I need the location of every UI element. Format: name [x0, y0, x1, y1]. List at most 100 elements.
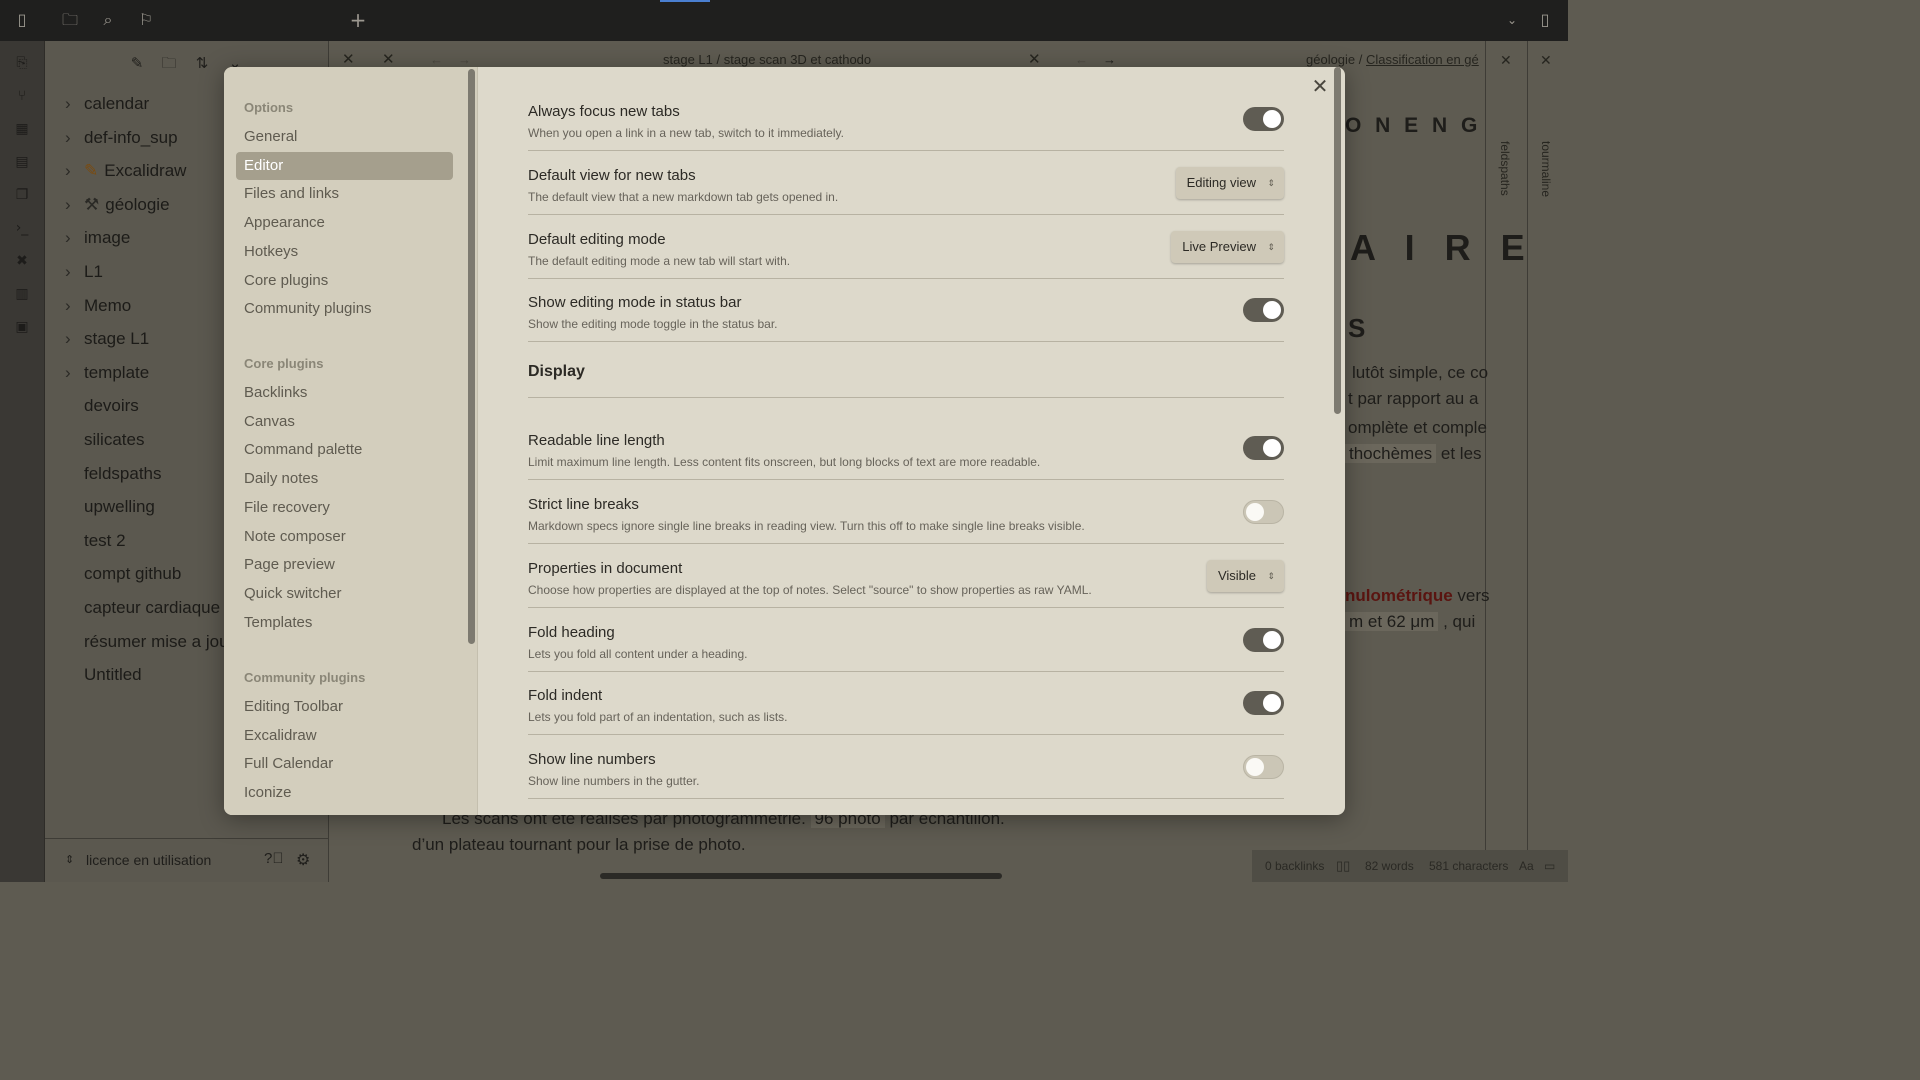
show-editing-mode-in-status-bar-toggle[interactable]: [1243, 298, 1284, 323]
active-tab-indicator: [660, 0, 710, 2]
sort-icon[interactable]: ⇅: [192, 53, 212, 73]
bookmark-icon[interactable]: ⚐: [136, 10, 156, 30]
setting-name: Always focus new tabs: [528, 103, 680, 120]
setting-description: The default view that a new markdown tab…: [528, 189, 839, 204]
default-view-for-new-tabs-dropdown[interactable]: Editing view ⇕: [1175, 166, 1284, 199]
side-tab-feldspaths[interactable]: feldspaths: [1498, 141, 1512, 196]
properties-in-document-dropdown[interactable]: Visible ⇕: [1206, 559, 1284, 592]
excalidraw-icon[interactable]: ✖: [12, 251, 32, 271]
chevron-right-icon: ›: [65, 228, 71, 248]
setting-description: Markdown specs ignore single line breaks…: [528, 519, 1085, 533]
file-tree-label: capteur cardiaque: [84, 598, 221, 617]
settings-content: Always focus new tabs When you open a lin…: [478, 67, 1345, 815]
sidebar-item-files-and-links[interactable]: Files and links: [236, 180, 453, 208]
dropdown-value: Visible: [1217, 567, 1256, 583]
dropdown-value: Editing view: [1186, 174, 1256, 190]
chevron-right-icon: ›: [65, 362, 71, 382]
sidebar-item-excalidraw[interactable]: Excalidraw: [236, 722, 453, 750]
sidebar-item-command-palette[interactable]: Command palette: [236, 436, 453, 464]
fold-heading-toggle[interactable]: [1243, 627, 1284, 652]
breadcrumb-current[interactable]: Classification en gé: [1366, 52, 1479, 67]
side-tab-tourmaline[interactable]: tourmaline: [1539, 141, 1553, 197]
copy-icon[interactable]: ❐: [12, 185, 32, 205]
setting-show-line-numbers: Show line numbers Show line numbers in th…: [528, 735, 1284, 800]
setting-always-focus-new-tabs: Always focus new tabs When you open a lin…: [528, 87, 1284, 151]
file-tree-label: upwelling: [84, 497, 155, 517]
setting-description: Show the editing mode toggle in the stat…: [528, 317, 778, 332]
sidebar-item-page-preview[interactable]: Page preview: [236, 551, 453, 579]
setting-default-editing-mode: Default editing mode The default editing …: [528, 215, 1284, 279]
template-icon[interactable]: ▣: [12, 317, 32, 337]
calendar-icon[interactable]: ▤: [12, 152, 32, 172]
sidebar-item-full-calendar[interactable]: Full Calendar: [236, 750, 453, 778]
sidebar-item-file-recovery[interactable]: File recovery: [236, 494, 453, 522]
setting-strict-line-breaks: Strict line breaks Markdown specs ignore …: [528, 480, 1284, 544]
section-heading-text: Display: [528, 363, 585, 381]
search-icon[interactable]: ⌕: [98, 10, 118, 30]
right-sidebar-toggle-icon[interactable]: ▯: [1535, 10, 1555, 30]
font-size-icon[interactable]: Aa: [1519, 850, 1534, 882]
sidebar-item-iconize[interactable]: Iconize: [236, 779, 453, 807]
readable-line-length-toggle[interactable]: [1243, 436, 1284, 461]
new-note-icon[interactable]: ✎: [127, 53, 147, 73]
new-tab-icon[interactable]: +: [348, 10, 368, 30]
sidebar-item-backlinks[interactable]: Backlinks: [236, 379, 453, 407]
sidebar-item-editing-toolbar[interactable]: Editing Toolbar: [236, 693, 453, 721]
default-editing-mode-dropdown[interactable]: Live Preview ⇕: [1171, 230, 1284, 263]
chevron-right-icon: ›: [65, 295, 71, 315]
fold-indent-toggle[interactable]: [1243, 691, 1284, 716]
always-focus-new-tabs-toggle[interactable]: [1243, 107, 1284, 131]
sidebar-item-daily-notes[interactable]: Daily notes: [236, 465, 453, 493]
settings-gear-icon[interactable]: ⚙: [296, 850, 310, 870]
folder-icon[interactable]: 🗀: [60, 10, 80, 30]
hammer-icon: ⚒: [84, 194, 100, 214]
file-tree-label: ✎ Excalidraw: [84, 157, 186, 185]
breadcrumb-parent[interactable]: géologie: [1306, 52, 1355, 67]
daily-note-icon[interactable]: ▥: [12, 284, 32, 304]
help-icon[interactable]: ?⃝: [264, 850, 284, 867]
sidebar-item-templates[interactable]: Templates: [236, 609, 453, 637]
horizontal-scrollbar[interactable]: [600, 873, 1002, 879]
dropdown-value: Live Preview: [1182, 238, 1256, 254]
graph-view-icon[interactable]: ⑂: [12, 86, 32, 106]
new-folder-icon[interactable]: 🗀: [159, 53, 179, 73]
close-side-tab-2-icon[interactable]: ✕: [1540, 41, 1552, 79]
sidebar-item-quick-switcher[interactable]: Quick switcher: [236, 580, 453, 608]
right-text-6: m et 62 μm , qui: [1345, 612, 1475, 632]
sidebar-item-appearance[interactable]: Appearance: [236, 209, 453, 237]
sidebar-item-core-plugins[interactable]: Core plugins: [236, 267, 453, 295]
file-tree-label: calendar: [84, 94, 150, 113]
reading-view-icon[interactable]: ▯▯: [1336, 850, 1350, 882]
sidebar-item-community-plugins[interactable]: Community plugins: [236, 295, 453, 323]
sync-icon[interactable]: ▭: [1544, 850, 1555, 882]
setting-name: Show editing mode in status bar: [528, 294, 742, 312]
setting-name: Fold indent: [528, 687, 603, 705]
right-heading-3: S: [1348, 313, 1366, 343]
file-tree-label: résumer mise a jour: [84, 631, 235, 651]
sidebar-item-general[interactable]: General: [236, 123, 453, 151]
chevron-down-icon[interactable]: ⌄: [1502, 10, 1522, 30]
close-side-tab-icon[interactable]: ✕: [1500, 41, 1512, 79]
strict-line-breaks-toggle[interactable]: [1243, 500, 1284, 524]
vault-switcher[interactable]: ⇕ licence en utilisation ?⃝ ⚙: [45, 838, 329, 882]
setting-show-editing-mode-in-status-bar: Show editing mode in status bar Show the …: [528, 278, 1284, 343]
sidebar-item-canvas[interactable]: Canvas: [236, 408, 453, 436]
sidebar-item-editor[interactable]: Editor: [236, 151, 453, 180]
show-line-numbers-toggle[interactable]: [1243, 755, 1284, 780]
right-text-5: nulométrique vers: [1345, 586, 1490, 605]
canvas-icon[interactable]: ▦: [12, 119, 32, 139]
title-bar: ▯ 🗀 ⌕ ⚐ + ⌄ ▯: [0, 0, 1568, 41]
pane-divider: [1485, 41, 1486, 882]
chevron-right-icon: ›: [65, 94, 71, 113]
backlinks-count[interactable]: 0 backlinks: [1265, 850, 1324, 882]
sidebar-item-hotkeys[interactable]: Hotkeys: [236, 238, 453, 266]
right-text-4: thochèmes et les: [1345, 444, 1482, 464]
sidebar-toggle-icon[interactable]: ▯: [12, 10, 32, 30]
terminal-icon[interactable]: ›_: [12, 218, 32, 238]
content-scrollbar[interactable]: [1334, 67, 1341, 414]
close-icon[interactable]: ✕: [1309, 75, 1331, 97]
chevron-right-icon: ›: [65, 262, 71, 281]
open-quick-switcher-icon[interactable]: ⎘: [12, 53, 32, 73]
sidebar-scrollbar[interactable]: [468, 69, 475, 644]
sidebar-item-note-composer[interactable]: Note composer: [236, 523, 453, 551]
